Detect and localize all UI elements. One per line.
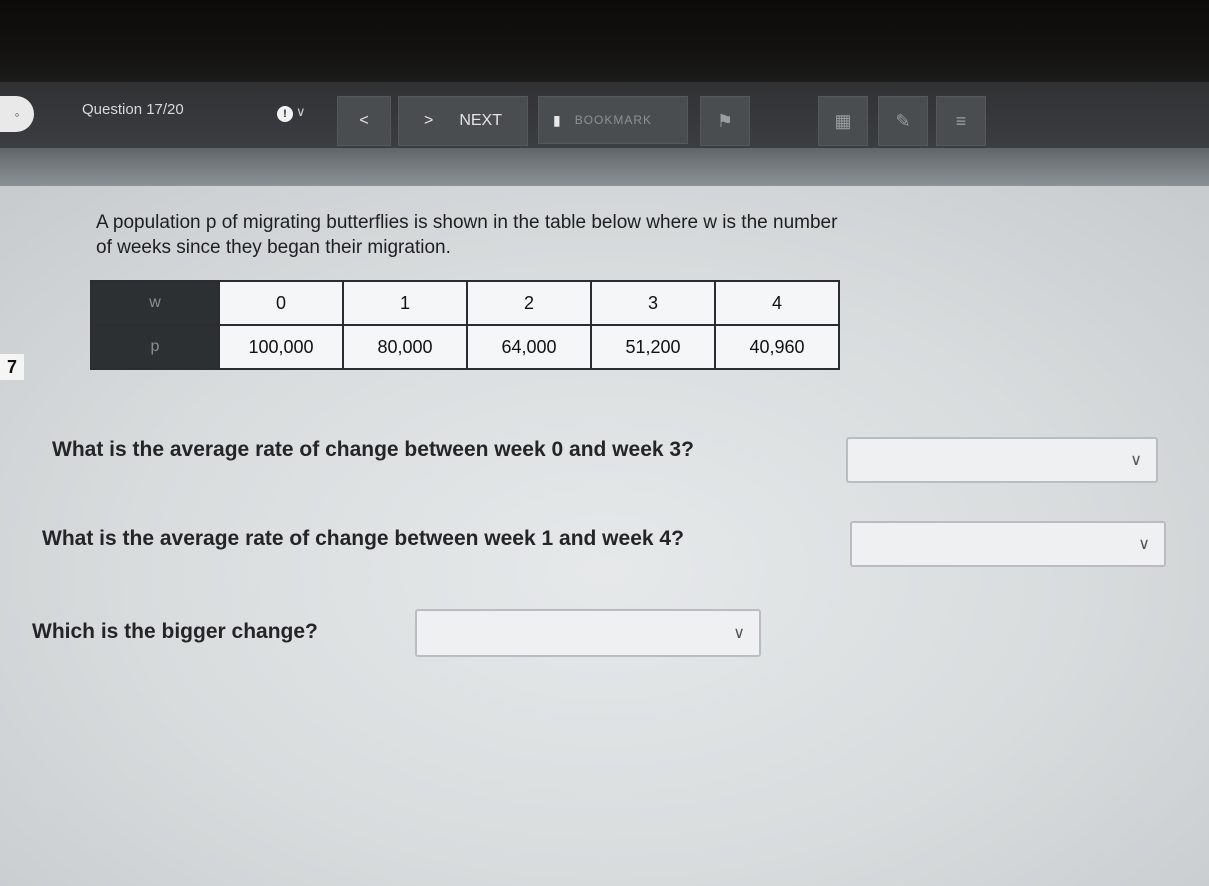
next-button[interactable]: > NEXT <box>398 96 528 146</box>
table-cell: 0 <box>218 280 344 326</box>
table-cell: 80,000 <box>342 324 468 370</box>
calculator-icon[interactable]: ▦ <box>818 96 868 146</box>
answer-dropdown-3[interactable]: ∨ <box>415 609 761 657</box>
table-row: w 0 1 2 3 4 <box>90 280 840 326</box>
question-counter: Question 17/20 <box>82 101 184 118</box>
bookmark-label: BOOKMARK <box>574 113 653 127</box>
menu-icon[interactable]: ≡ <box>936 96 986 146</box>
table-cell: 1 <box>342 280 468 326</box>
table-cell: 4 <box>714 280 840 326</box>
info-icon[interactable]: ! <box>277 106 293 122</box>
chevron-down-icon[interactable]: ∨ <box>296 104 306 120</box>
top-bezel <box>0 0 1209 82</box>
question-prompt: A population p of migrating butterflies … <box>96 212 838 258</box>
table-cell: 40,960 <box>714 324 840 370</box>
answer-dropdown-2[interactable]: ∨ <box>850 521 1166 567</box>
table-cell: 64,000 <box>466 324 592 370</box>
question-number: 7 <box>0 354 24 380</box>
chevron-down-icon: ∨ <box>733 625 745 642</box>
eraser-icon[interactable]: ✎ <box>878 96 928 146</box>
table-header-w: w <box>90 280 220 326</box>
next-label: NEXT <box>459 112 502 129</box>
chevron-down-icon: ∨ <box>1130 452 1142 469</box>
bookmark-button[interactable]: ▮ BOOKMARK <box>538 96 688 144</box>
table-cell: 100,000 <box>218 324 344 370</box>
flag-icon[interactable]: ⚑ <box>700 96 750 146</box>
answer-dropdown-1[interactable]: ∨ <box>846 437 1158 483</box>
chevron-down-icon: ∨ <box>1138 536 1150 553</box>
previous-button[interactable]: < <box>337 96 391 146</box>
question-part-1: What is the average rate of change betwe… <box>52 438 694 461</box>
question-part-3: Which is the bigger change? <box>32 620 318 643</box>
table-header-p: p <box>90 324 220 370</box>
question-part-2: What is the average rate of change betwe… <box>42 527 684 550</box>
data-table: w 0 1 2 3 4 p 100,000 80,000 64,000 51,2… <box>90 280 840 370</box>
table-cell: 2 <box>466 280 592 326</box>
bookmark-icon: ▮ <box>553 111 561 128</box>
previous-label: < <box>359 112 369 129</box>
next-arrow-icon: > <box>423 112 434 129</box>
table-cell: 51,200 <box>590 324 716 370</box>
table-cell: 3 <box>590 280 716 326</box>
toolbar-shadow <box>0 148 1209 186</box>
table-row: p 100,000 80,000 64,000 51,200 40,960 <box>90 324 840 370</box>
